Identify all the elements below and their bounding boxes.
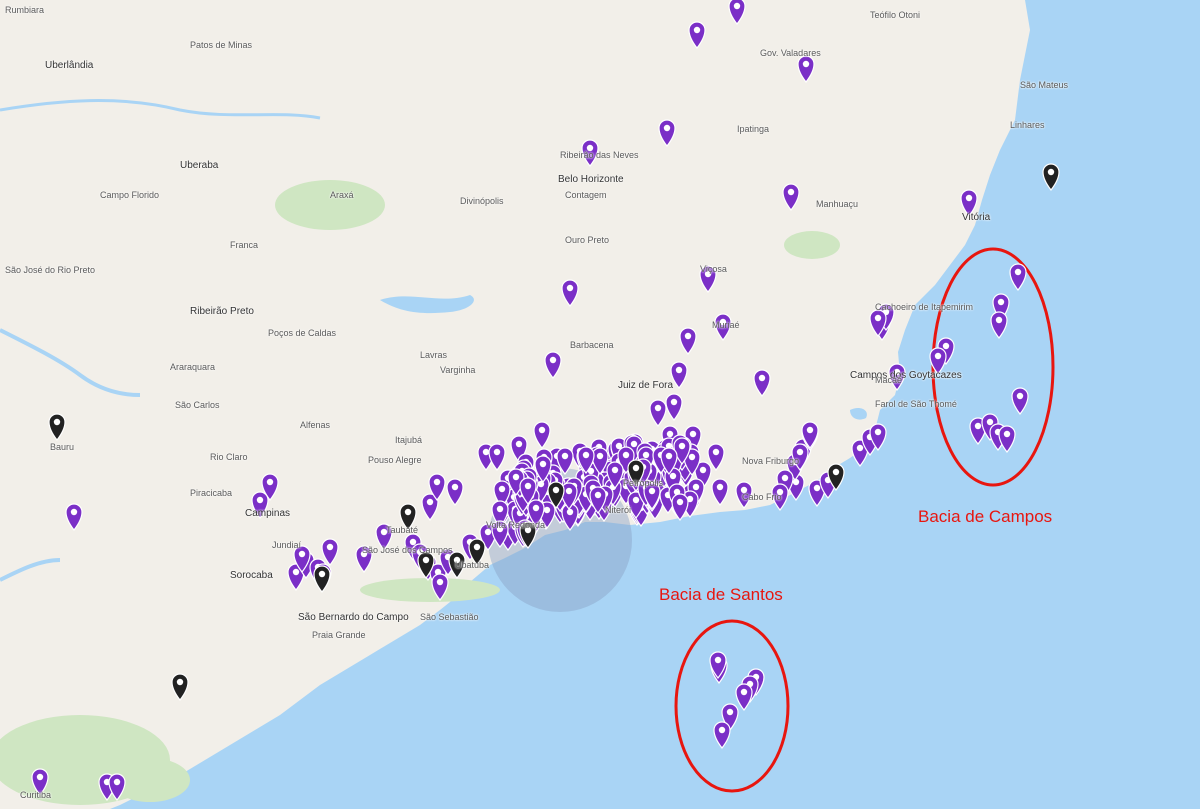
place-label: Itajubá — [395, 435, 423, 445]
bacia-de-campos-label: Bacia de Campos — [918, 507, 1053, 526]
place-label: Alfenas — [300, 420, 331, 430]
place-label: Jundiaí — [272, 540, 302, 550]
place-label: Juiz de Fora — [618, 380, 674, 391]
place-label: São Bernardo do Campo — [298, 612, 409, 623]
place-label: Gov. Valadares — [760, 48, 821, 58]
place-label: Ribeirão das Neves — [560, 150, 639, 160]
place-label: Manhuaçu — [816, 199, 859, 209]
place-label: Divinópolis — [460, 196, 504, 206]
place-label: Ouro Preto — [565, 235, 610, 245]
place-label: São José do Rio Preto — [5, 265, 96, 275]
place-label: São Carlos — [175, 400, 220, 410]
place-label: São Mateus — [1020, 80, 1069, 90]
place-label: Contagem — [565, 190, 607, 200]
place-label: Patos de Minas — [190, 40, 253, 50]
place-label: Sorocaba — [230, 570, 273, 581]
place-label: Ribeirão Preto — [190, 306, 254, 317]
place-label: Pouso Alegre — [368, 455, 422, 465]
place-label: Rumbiara — [5, 5, 45, 15]
place-label: Ipatinga — [737, 124, 770, 134]
place-label: Belo Horizonte — [558, 174, 624, 185]
place-label: Macaé — [875, 375, 903, 385]
place-label: Viçosa — [700, 264, 727, 274]
place-label: São José dos Campos — [362, 545, 453, 555]
place-label: Curitiba — [20, 790, 52, 800]
place-label: Vitória — [962, 212, 991, 223]
place-label: Taubaté — [386, 525, 419, 535]
place-label: Araxá — [330, 190, 354, 200]
place-label: Piracicaba — [190, 488, 233, 498]
place-label: Volta Redonda — [486, 520, 546, 530]
place-label: Campo Florido — [100, 190, 160, 200]
place-label: Rio Claro — [210, 452, 248, 462]
place-label: Ubatuba — [455, 560, 490, 570]
park-canastra — [275, 180, 385, 230]
park-serra-do-mar — [360, 578, 500, 602]
bacia-de-santos-label: Bacia de Santos — [659, 585, 783, 604]
place-label: Uberaba — [180, 160, 219, 171]
place-label: Campos dos Goytacazes — [850, 370, 962, 381]
place-label: Praia Grande — [312, 630, 366, 640]
place-label: Teófilo Otoni — [870, 10, 921, 20]
place-label: Cabo Frio — [742, 492, 782, 502]
place-label: Nova Friburgo — [742, 456, 800, 466]
place-label: São Sebastião — [420, 612, 479, 622]
place-label: Niterói — [605, 505, 632, 515]
place-label: Farol de São Thomé — [875, 399, 957, 409]
place-label: Franca — [230, 240, 259, 250]
place-label: Linhares — [1010, 120, 1045, 130]
park-caparao — [784, 231, 840, 259]
place-label: Araraquara — [170, 362, 216, 372]
place-label: Barbacena — [570, 340, 614, 350]
place-label: Cachoeiro de Itapemirim — [875, 302, 974, 312]
place-label: Uberlândia — [45, 60, 94, 71]
place-label: Varginha — [440, 365, 476, 375]
place-label: Bauru — [50, 442, 75, 452]
place-label: Campinas — [245, 508, 291, 519]
place-label: Poços de Caldas — [268, 328, 337, 338]
place-label: Lavras — [420, 350, 448, 360]
place-label: Muriaé — [712, 320, 740, 330]
place-label: Petrópolis — [623, 478, 664, 488]
